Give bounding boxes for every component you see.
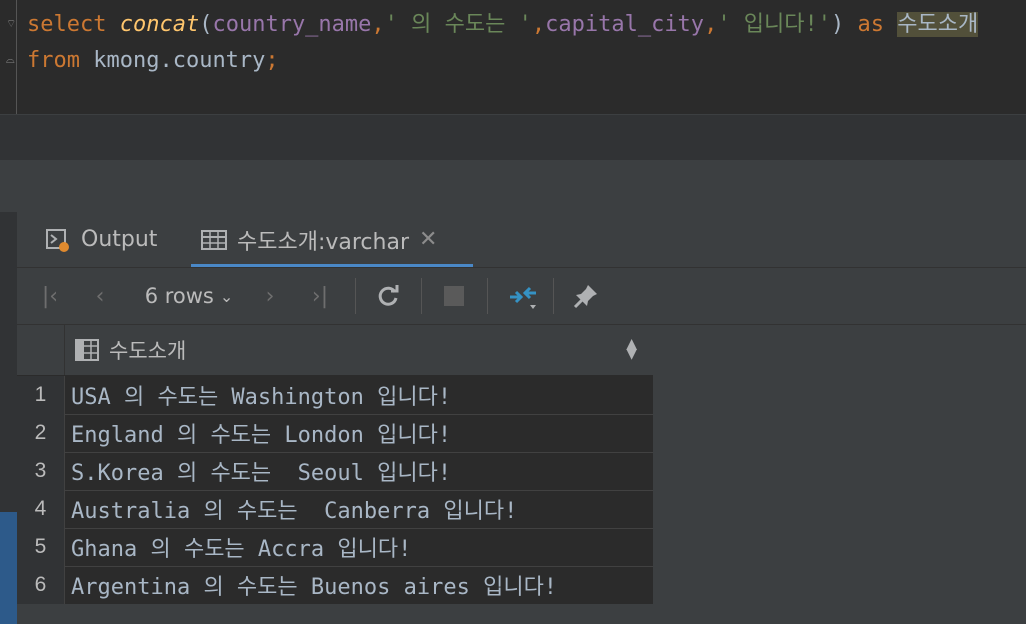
column-header[interactable]: 수도소개 ▲ ▼ xyxy=(65,325,653,375)
chevron-down-icon: ⌄ xyxy=(219,286,234,306)
tab-result-set[interactable]: 수도소개:varchar ✕ xyxy=(201,212,437,267)
table-row[interactable]: 4 Australia 의 수도는 Canberra 입니다! xyxy=(17,490,653,529)
refresh-icon[interactable] xyxy=(369,268,407,324)
close-tab-icon[interactable]: ✕ xyxy=(419,227,437,252)
comma: , xyxy=(704,12,718,37)
table-name: kmong.country xyxy=(93,48,266,73)
row-count-label: 6 rows xyxy=(144,284,214,308)
column-capital-city: capital_city xyxy=(545,12,705,37)
paren-close: ) xyxy=(831,12,845,37)
table-cell[interactable]: Argentina 의 수도는 Buenos aires 입니다! xyxy=(71,566,557,604)
comma: , xyxy=(371,12,385,37)
gutter-divider xyxy=(16,0,17,114)
row-number: 5 xyxy=(17,528,65,566)
table-cell[interactable]: S.Korea 의 수도는 Seoul 입니다! xyxy=(71,452,451,490)
column-icon xyxy=(75,339,99,361)
previous-page-icon[interactable]: ‹ xyxy=(85,268,115,324)
results-tab-bar: Output 수도소개:varchar ✕ xyxy=(17,212,1026,268)
editor-bottom-area xyxy=(0,114,1026,161)
row-count-dropdown[interactable]: 6 rows ⌄ xyxy=(135,268,243,324)
tab-output[interactable]: Output xyxy=(45,212,157,267)
active-tab-indicator xyxy=(191,264,473,267)
alias-highlighted: 수도소개 xyxy=(897,12,979,37)
toolbar-separator xyxy=(355,278,356,314)
column-header-label: 수도소개 xyxy=(109,339,187,363)
row-number: 6 xyxy=(17,566,65,604)
string-literal-2: ' 입니다!' xyxy=(717,12,832,37)
table-row[interactable]: 1 USA 의 수도는 Washington 입니다! xyxy=(17,376,653,415)
grid-empty-area xyxy=(653,325,1026,604)
keyword-select: select xyxy=(27,12,107,37)
tab-output-label: Output xyxy=(81,227,158,252)
last-page-icon[interactable]: ›| xyxy=(303,268,337,324)
keyword-from: from xyxy=(27,48,80,73)
panel-bottom xyxy=(17,604,1026,624)
semicolon: ; xyxy=(265,48,279,73)
row-number: 1 xyxy=(17,376,65,414)
panel-splitter[interactable] xyxy=(0,160,1026,212)
comma: , xyxy=(531,12,546,37)
toolbar-separator xyxy=(421,278,422,314)
string-literal-1: ' 의 수도는 ' xyxy=(384,12,532,37)
table-row[interactable]: 2 England 의 수도는 London 입니다! xyxy=(17,414,653,453)
keyword-as: as xyxy=(857,12,885,37)
sql-editor[interactable]: ⌔ ⌓ select concat(country_name,' 의 수도는 '… xyxy=(0,0,1026,114)
row-number: 3 xyxy=(17,452,65,490)
code-line-2[interactable]: from kmong.country; xyxy=(27,48,279,74)
pin-icon[interactable] xyxy=(567,268,605,324)
grid-corner xyxy=(17,325,65,375)
console-output-icon xyxy=(45,227,71,253)
code-line-1[interactable]: select concat(country_name,' 의 수도는 ',cap… xyxy=(27,12,979,38)
function-concat: concat xyxy=(119,12,200,37)
next-page-icon[interactable]: › xyxy=(255,268,285,324)
row-number: 4 xyxy=(17,490,65,528)
table-cell[interactable]: USA 의 수도는 Washington 입니다! xyxy=(71,376,451,414)
results-toolbar: |‹ ‹ 6 rows ⌄ › ›| xyxy=(17,268,1026,325)
table-cell[interactable]: England 의 수도는 London 입니다! xyxy=(71,414,451,452)
toolbar-separator xyxy=(553,278,554,314)
table-cell[interactable]: Australia 의 수도는 Canberra 입니다! xyxy=(71,490,517,528)
table-row[interactable]: 6 Argentina 의 수도는 Buenos aires 입니다! xyxy=(17,566,653,605)
paren-open: ( xyxy=(199,12,213,37)
stop-icon[interactable] xyxy=(435,268,473,324)
grid-header: 수도소개 ▲ ▼ xyxy=(17,325,653,376)
sort-icon[interactable]: ▲ ▼ xyxy=(626,337,637,361)
toolbar-separator xyxy=(487,278,488,314)
table-row[interactable]: 5 Ghana 의 수도는 Accra 입니다! xyxy=(17,528,653,567)
table-icon xyxy=(201,229,227,251)
row-number: 2 xyxy=(17,414,65,452)
table-row[interactable]: 3 S.Korea 의 수도는 Seoul 입니다! xyxy=(17,452,653,491)
fold-close-icon[interactable]: ⌓ xyxy=(6,54,16,66)
tab-result-label: 수도소개:varchar xyxy=(237,229,410,255)
first-page-icon[interactable]: |‹ xyxy=(33,268,67,324)
side-selection-marker xyxy=(0,512,17,624)
table-cell[interactable]: Ghana 의 수도는 Accra 입니다! xyxy=(71,528,411,566)
column-country-name: country_name xyxy=(212,12,372,37)
compare-icon[interactable] xyxy=(501,268,545,324)
fold-open-icon[interactable]: ⌔ xyxy=(6,18,16,30)
